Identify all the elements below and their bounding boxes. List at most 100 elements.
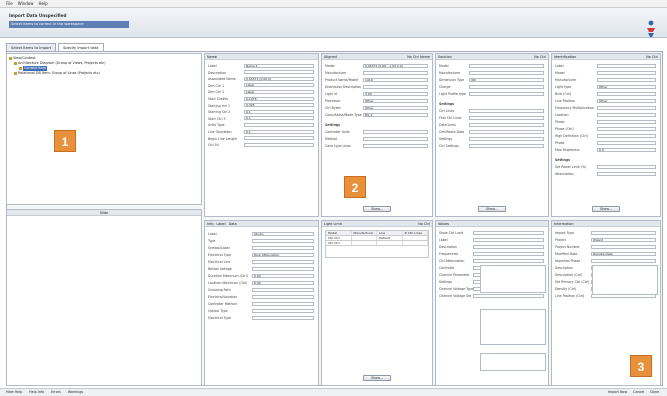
field-input[interactable]: 0.325 <box>244 103 314 108</box>
field-input[interactable] <box>597 126 656 131</box>
text-area[interactable] <box>480 265 546 293</box>
field-input[interactable]: ON <box>469 77 544 82</box>
show-button[interactable]: Show... <box>363 375 391 381</box>
table-row[interactable]: Ctrl Ctrl <box>326 241 428 246</box>
menu-file[interactable]: File <box>6 1 13 6</box>
field-input[interactable] <box>252 259 314 264</box>
tree-view[interactable]: View/Context Architecture Diagram (Group … <box>7 54 201 76</box>
field-input[interactable] <box>473 251 544 256</box>
text-area[interactable] <box>480 309 546 345</box>
field-input[interactable] <box>473 237 544 242</box>
field-input[interactable] <box>469 70 544 75</box>
tab-info[interactable]: Info <box>207 221 213 226</box>
field-input[interactable] <box>597 77 656 82</box>
field-input[interactable] <box>469 143 544 148</box>
field-input[interactable]: Other <box>363 105 428 110</box>
field-input[interactable] <box>469 108 544 113</box>
show-button[interactable]: Show... <box>363 206 391 212</box>
field-input[interactable] <box>252 301 314 306</box>
field-input[interactable] <box>597 119 656 124</box>
field-input[interactable]: 0.0 <box>597 147 656 152</box>
field-input[interactable] <box>591 244 656 249</box>
import-now-button[interactable]: Import Now <box>608 389 627 396</box>
field-input[interactable]: 0.1 <box>244 109 314 114</box>
menu-window[interactable]: Window <box>18 1 34 6</box>
field-input[interactable] <box>469 129 544 134</box>
field-input[interactable] <box>597 171 656 176</box>
field-input[interactable]: 0.1 <box>244 116 314 121</box>
field-input[interactable] <box>473 230 544 235</box>
field-input[interactable] <box>363 136 428 141</box>
column-header[interactable]: Line <box>377 231 403 235</box>
show-button[interactable]: Show... <box>478 206 506 212</box>
field-input[interactable]: Other <box>597 84 656 89</box>
field-input[interactable]: 0.05371 (0.00.0) <box>244 76 314 81</box>
column-header[interactable]: Model <box>326 231 352 235</box>
field-input[interactable]: 1410 <box>363 77 428 82</box>
field-input[interactable] <box>597 140 656 145</box>
field-input[interactable] <box>597 105 656 110</box>
menu-help[interactable]: Help <box>38 1 47 6</box>
field-input[interactable]: Other <box>363 98 428 103</box>
tree-item[interactable]: Relational DB Item: Group of Lines (Proj… <box>7 71 201 76</box>
field-input[interactable]: Name 1 <box>244 63 314 68</box>
field-input[interactable] <box>597 63 656 68</box>
tab-select-items[interactable]: Select Items to Import <box>6 43 57 51</box>
field-input[interactable] <box>473 293 544 298</box>
field-input[interactable]: 0.05371 (0.00 - 1.03 2.0) <box>363 63 428 68</box>
field-input[interactable]: Blk 2 <box>363 112 428 117</box>
field-input[interactable] <box>252 245 314 250</box>
field-input[interactable] <box>597 164 656 169</box>
cancel-button[interactable]: Cancel <box>633 389 644 396</box>
tab-label[interactable]: Label <box>216 221 225 226</box>
field-input[interactable]: Dual Attenuation <box>252 252 314 257</box>
status-hide-help[interactable]: Hide Help <box>6 390 22 394</box>
field-input[interactable] <box>363 70 428 75</box>
field-input[interactable] <box>252 287 314 292</box>
field-input[interactable] <box>469 63 544 68</box>
field-input[interactable] <box>469 91 544 96</box>
field-input[interactable]: 0.1078 <box>244 96 314 101</box>
field-input[interactable] <box>244 70 314 75</box>
field-input[interactable] <box>597 70 656 75</box>
field-input[interactable]: Label <box>244 89 314 94</box>
field-input[interactable] <box>597 112 656 117</box>
tab-specify-import[interactable]: Specify Import data <box>58 43 104 51</box>
text-area[interactable] <box>480 353 546 371</box>
field-input[interactable]: 0.00 <box>252 280 314 285</box>
description-area[interactable] <box>592 265 658 295</box>
column-header[interactable]: # Ctrl Lines <box>403 231 428 235</box>
field-input[interactable] <box>363 143 428 148</box>
status-warnings[interactable]: Warnings <box>68 390 83 394</box>
field-input[interactable] <box>469 136 544 141</box>
done-button[interactable]: Done <box>650 389 659 396</box>
field-input[interactable] <box>591 258 656 263</box>
field-input[interactable]: Studio <box>252 231 314 236</box>
field-input[interactable]: Other <box>597 98 656 103</box>
field-input[interactable]: Wizard <box>591 237 656 242</box>
field-input[interactable] <box>363 129 428 134</box>
field-input[interactable] <box>252 315 314 320</box>
field-input[interactable] <box>252 238 314 243</box>
field-input[interactable] <box>473 244 544 249</box>
light-limit-grid[interactable]: Model Manufacturer Line # Ctrl Lines Ctrl C… <box>325 230 429 258</box>
field-input[interactable] <box>244 142 314 147</box>
status-errors[interactable]: Errors <box>51 390 61 394</box>
field-input[interactable] <box>363 84 428 89</box>
tab-data[interactable]: Data <box>229 221 237 226</box>
field-input[interactable]: 3.00 <box>363 91 428 96</box>
field-input[interactable] <box>591 230 656 235</box>
field-input[interactable] <box>252 308 314 313</box>
field-input[interactable] <box>252 294 314 299</box>
show-button[interactable]: Show... <box>592 206 620 212</box>
field-input[interactable] <box>252 266 314 271</box>
field-input[interactable]: 0.1 <box>244 129 314 134</box>
field-input[interactable]: 0.00 <box>252 273 314 278</box>
field-input[interactable] <box>469 122 544 127</box>
field-input[interactable] <box>469 115 544 120</box>
column-header[interactable]: Manufacturer <box>352 231 377 235</box>
field-input[interactable]: Label <box>244 83 314 88</box>
field-input[interactable] <box>597 133 656 138</box>
field-input[interactable] <box>244 122 314 127</box>
field-input[interactable] <box>473 258 544 263</box>
